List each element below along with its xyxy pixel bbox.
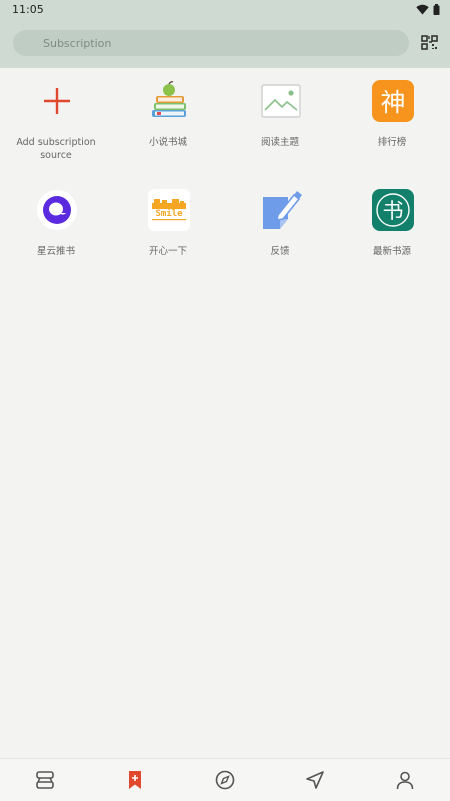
shen-glyph: 神 <box>380 88 405 117</box>
nebula-recommend-tile[interactable]: 星云推书 <box>0 177 112 277</box>
source-label: Add subscription source <box>16 137 96 161</box>
nav-discover[interactable] <box>180 759 270 801</box>
bookshelf-icon <box>36 771 54 789</box>
status-icons <box>416 4 440 15</box>
smile-wordmark: Smile <box>155 208 183 219</box>
status-bar: 11:05 <box>0 0 450 22</box>
shen-icon: 神 <box>372 80 414 122</box>
source-label: 反馈 <box>270 246 290 257</box>
book-source-icon: 书 <box>372 189 414 231</box>
smile-icon: Smile <box>148 189 190 231</box>
book-source-glyph: 书 <box>383 199 404 223</box>
latest-book-source-tile[interactable]: 书 最新书源 <box>336 177 448 277</box>
status-time: 11:05 <box>12 3 44 16</box>
profile-icon <box>396 771 414 790</box>
source-label: 最新书源 <box>372 246 411 257</box>
navigation-arrow-icon <box>306 771 324 789</box>
nebula-icon <box>37 190 77 230</box>
battery-icon <box>433 4 440 15</box>
nav-bookshelf[interactable] <box>0 759 90 801</box>
bottom-navigation <box>0 758 450 801</box>
wifi-icon <box>416 4 429 15</box>
qr-scan-icon[interactable] <box>420 33 440 53</box>
source-label: 星云推书 <box>36 246 75 257</box>
search-box[interactable] <box>13 30 409 56</box>
add-icon <box>44 88 70 114</box>
top-header: 11:05 <box>0 0 450 68</box>
nav-subscription[interactable] <box>90 759 180 801</box>
source-label: 小说书城 <box>148 137 187 148</box>
novel-bookstore-tile[interactable]: 小说书城 <box>112 68 224 168</box>
reading-theme-tile[interactable]: 阅读主题 <box>224 68 336 168</box>
search-input[interactable] <box>43 30 403 56</box>
source-label: 排行榜 <box>377 137 407 148</box>
feedback-tile[interactable]: 反馈 <box>224 177 336 277</box>
nav-profile[interactable] <box>360 759 450 801</box>
nav-navigation[interactable] <box>270 759 360 801</box>
subscription-bookmark-icon <box>129 771 141 789</box>
source-label: 阅读主题 <box>260 137 299 148</box>
books-apple-icon <box>152 81 186 117</box>
add-subscription-source-tile[interactable]: Add subscription source <box>0 68 112 168</box>
search-row <box>0 28 450 58</box>
feedback-edit-icon <box>263 191 302 229</box>
happy-moment-tile[interactable]: Smile 开心一下 <box>112 177 224 277</box>
ranking-tile[interactable]: 神 排行榜 <box>336 68 448 168</box>
source-label: 开心一下 <box>148 246 187 257</box>
discover-compass-icon <box>215 770 235 790</box>
image-placeholder-icon <box>261 84 301 118</box>
